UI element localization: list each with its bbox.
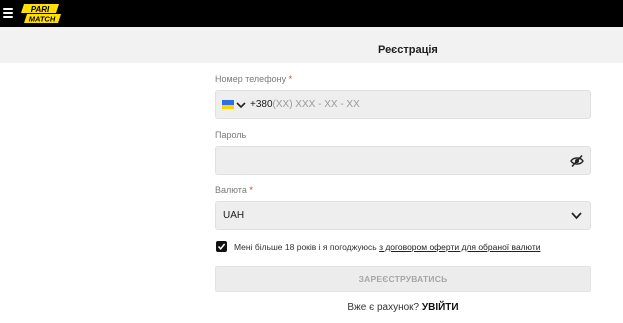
agreement-text-main: Мені більше 18 років і я погоджуюсь (234, 242, 380, 252)
offer-agreement-link[interactable]: з договором оферти для обраної валюти (379, 242, 540, 252)
svg-text:MATCH: MATCH (29, 15, 56, 24)
page-title: Реєстрація (378, 44, 438, 56)
required-mark: * (288, 74, 293, 84)
currency-label-text: Валюта (215, 185, 247, 195)
chevron-down-icon[interactable] (236, 101, 246, 109)
top-bar: PARI MATCH (0, 0, 623, 27)
currency-label: Валюта * (215, 185, 253, 195)
title-band: Реєстрація (0, 27, 623, 63)
password-field[interactable] (215, 146, 591, 175)
agreement-text: Мені більше 18 років і я погоджуюсь з до… (234, 242, 540, 252)
svg-text:PARI: PARI (31, 5, 50, 14)
phone-placeholder: (XX) XXX - XX - XX (272, 99, 360, 110)
currency-value: UAH (223, 210, 245, 221)
have-account-text: Вже є рахунок? (347, 302, 420, 313)
phone-prefix: +380 (250, 99, 273, 110)
phone-label-text: Номер телефону (215, 74, 287, 84)
phone-field[interactable]: +380 (XX) XXX - XX - XX (215, 90, 591, 119)
password-label-text: Пароль (215, 130, 247, 140)
password-label: Пароль (215, 130, 246, 140)
login-row: Вже є рахунок? УВІЙТИ (0, 302, 623, 313)
eye-off-icon[interactable] (570, 154, 584, 168)
hamburger-icon[interactable] (3, 8, 13, 18)
currency-select[interactable]: UAH (215, 201, 591, 230)
required-mark: * (249, 185, 253, 195)
login-link[interactable]: УВІЙТИ (422, 302, 459, 313)
phone-label: Номер телефону * (215, 74, 292, 84)
ukraine-flag-icon[interactable] (222, 100, 234, 109)
parimatch-logo[interactable]: PARI MATCH (21, 3, 61, 24)
register-button[interactable]: ЗАРЕЄСТРУВАТИСЬ (215, 266, 591, 292)
age-agreement-checkbox[interactable] (216, 241, 227, 252)
chevron-down-icon[interactable] (571, 211, 582, 220)
